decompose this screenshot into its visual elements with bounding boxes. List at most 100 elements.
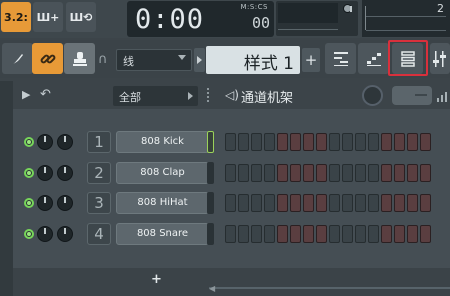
step-button[interactable] xyxy=(251,194,262,212)
step-button[interactable] xyxy=(329,194,340,212)
step-button[interactable] xyxy=(303,194,314,212)
step-button[interactable] xyxy=(407,133,418,151)
tempo-button[interactable]: 3.2: xyxy=(1,2,31,32)
step-button[interactable] xyxy=(277,225,288,243)
snap-select[interactable]: 线 xyxy=(116,49,192,71)
step-button[interactable] xyxy=(420,225,431,243)
step-button[interactable] xyxy=(290,164,301,182)
drag-handle-icon[interactable] xyxy=(207,88,209,102)
channel-mixer-track[interactable]: 3 xyxy=(87,192,111,214)
rack-menu-arrow-icon[interactable]: ▶ xyxy=(22,88,30,101)
channel-select-indicator[interactable] xyxy=(207,131,214,153)
channel-select-indicator[interactable] xyxy=(207,192,214,214)
step-button[interactable] xyxy=(342,225,353,243)
step-button[interactable] xyxy=(355,225,366,243)
channel-pan-knob[interactable] xyxy=(57,134,73,150)
brush-button[interactable] xyxy=(2,43,33,74)
step-button[interactable] xyxy=(264,194,275,212)
step-button[interactable] xyxy=(264,133,275,151)
step-button[interactable] xyxy=(381,164,392,182)
undo-icon[interactable]: ↶ xyxy=(40,87,51,102)
step-button[interactable] xyxy=(316,194,327,212)
link-button[interactable] xyxy=(32,43,63,74)
channel-mixer-track[interactable]: 4 xyxy=(87,223,111,245)
channel-mute-led[interactable] xyxy=(24,198,34,208)
step-button[interactable] xyxy=(381,133,392,151)
step-button[interactable] xyxy=(342,194,353,212)
step-button[interactable] xyxy=(420,194,431,212)
channel-filter-select[interactable]: 全部 xyxy=(113,86,198,106)
step-button[interactable] xyxy=(407,225,418,243)
step-button[interactable] xyxy=(238,225,249,243)
channel-name-button[interactable]: 808 Kick xyxy=(116,131,209,153)
step-button[interactable] xyxy=(342,164,353,182)
pattern-selector[interactable]: 样式 1 xyxy=(206,46,300,74)
add-channel-button[interactable]: + xyxy=(151,272,162,287)
time-display[interactable]: 0:00 00 M:S:CS xyxy=(127,1,274,37)
channel-volume-knob[interactable] xyxy=(37,226,53,242)
channel-name-button[interactable]: 808 Snare xyxy=(116,223,209,245)
horizontal-scrollbar[interactable]: ◀ xyxy=(209,284,450,293)
channel-mute-led[interactable] xyxy=(24,229,34,239)
step-button[interactable] xyxy=(355,194,366,212)
song-mode-button[interactable]: Ш+ xyxy=(33,2,63,32)
step-button[interactable] xyxy=(225,225,236,243)
channel-select-indicator[interactable] xyxy=(207,162,214,184)
step-button[interactable] xyxy=(264,164,275,182)
step-button[interactable] xyxy=(225,194,236,212)
step-button[interactable] xyxy=(394,194,405,212)
loop-button[interactable]: Ш⟲ xyxy=(66,2,96,32)
step-button[interactable] xyxy=(368,194,379,212)
add-pattern-button[interactable]: + xyxy=(302,48,320,72)
step-button[interactable] xyxy=(368,164,379,182)
step-button[interactable] xyxy=(381,194,392,212)
channel-pan-knob[interactable] xyxy=(57,195,73,211)
swing-slider[interactable] xyxy=(392,86,432,105)
step-button[interactable] xyxy=(238,194,249,212)
step-button[interactable] xyxy=(251,164,262,182)
step-button[interactable] xyxy=(316,133,327,151)
step-button[interactable] xyxy=(368,133,379,151)
step-button[interactable] xyxy=(407,164,418,182)
mixer-button[interactable] xyxy=(430,43,450,74)
playlist-button[interactable] xyxy=(325,43,356,74)
monitor-knob-icon[interactable] xyxy=(343,4,352,13)
step-button[interactable] xyxy=(316,164,327,182)
pattern-prev-arrow-icon[interactable] xyxy=(194,48,205,72)
step-button[interactable] xyxy=(277,194,288,212)
step-button[interactable] xyxy=(329,225,340,243)
step-button[interactable] xyxy=(342,133,353,151)
channel-mute-led[interactable] xyxy=(24,137,34,147)
step-button[interactable] xyxy=(225,133,236,151)
step-button[interactable] xyxy=(329,164,340,182)
step-button[interactable] xyxy=(264,225,275,243)
step-button[interactable] xyxy=(394,225,405,243)
step-button[interactable] xyxy=(381,225,392,243)
step-button[interactable] xyxy=(251,133,262,151)
channel-name-button[interactable]: 808 HiHat xyxy=(116,192,209,214)
step-button[interactable] xyxy=(420,164,431,182)
channel-select-indicator[interactable] xyxy=(207,223,214,245)
step-button[interactable] xyxy=(238,164,249,182)
step-button[interactable] xyxy=(277,133,288,151)
step-button[interactable] xyxy=(355,133,366,151)
step-button[interactable] xyxy=(394,164,405,182)
step-button[interactable] xyxy=(368,225,379,243)
step-button[interactable] xyxy=(303,164,314,182)
channel-mute-led[interactable] xyxy=(24,168,34,178)
step-button[interactable] xyxy=(277,164,288,182)
step-button[interactable] xyxy=(290,194,301,212)
step-button[interactable] xyxy=(251,225,262,243)
swing-knob[interactable] xyxy=(362,85,383,106)
step-button[interactable] xyxy=(407,194,418,212)
channel-pan-knob[interactable] xyxy=(57,165,73,181)
step-button[interactable] xyxy=(290,225,301,243)
channel-volume-knob[interactable] xyxy=(37,165,53,181)
step-button[interactable] xyxy=(303,225,314,243)
step-button[interactable] xyxy=(290,133,301,151)
piano-roll-button[interactable] xyxy=(358,43,389,74)
channel-mixer-track[interactable]: 1 xyxy=(87,131,111,153)
channel-mixer-track[interactable]: 2 xyxy=(87,162,111,184)
step-button[interactable] xyxy=(316,225,327,243)
step-button[interactable] xyxy=(238,133,249,151)
